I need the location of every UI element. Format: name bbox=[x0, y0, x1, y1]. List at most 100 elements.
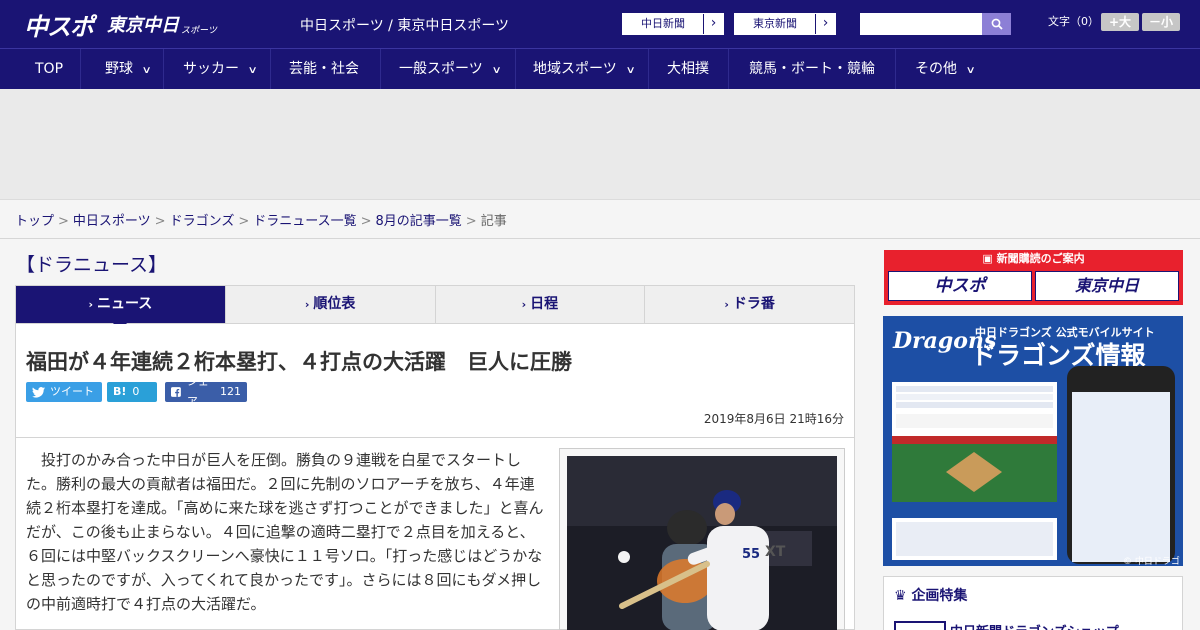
main-nav: TOP 野球 ∨ サッカー ∨ 芸能・社会 一般スポーツ ∨ 地域スポーツ ∨ 大相撲 … bbox=[0, 48, 1200, 89]
chevron-right-icon: › bbox=[703, 14, 723, 34]
nav-divider bbox=[80, 49, 81, 89]
logo-chuspo: 中スポ bbox=[24, 12, 94, 41]
subscribe-tokyo-chunichi-button[interactable]: 東京中日 bbox=[1035, 271, 1179, 301]
search-input[interactable] bbox=[860, 13, 982, 35]
article-headline: 福田が４年連続２桁本塁打、４打点の大活躍 巨人に圧勝 bbox=[26, 350, 572, 374]
chevron-right-icon: › bbox=[815, 14, 835, 34]
chevron-down-icon: ∨ bbox=[141, 65, 152, 76]
site-name: 中日スポーツ / 東京中日スポーツ bbox=[300, 18, 510, 34]
facebook-share-button[interactable]: シェア 121 bbox=[165, 375, 247, 408]
tab-standings[interactable]: › 順位表 bbox=[224, 286, 435, 323]
facebook-share-label: シェア bbox=[186, 375, 209, 408]
nav-baseball[interactable]: 野球 ∨ bbox=[105, 49, 152, 89]
chevron-down-icon: ∨ bbox=[965, 65, 976, 76]
nav-racing[interactable]: 競馬・ボート・競輪 bbox=[749, 49, 875, 89]
breadcrumb-top[interactable]: トップ bbox=[15, 214, 54, 229]
nav-regional-sports[interactable]: 地域スポーツ ∨ bbox=[533, 49, 636, 89]
search-button[interactable] bbox=[982, 13, 1011, 35]
nav-label: 大相撲 bbox=[667, 61, 709, 77]
feature-item-dragons-shop[interactable]: 中日新聞ドラゴンズショップ bbox=[950, 621, 1119, 630]
tab-schedule[interactable]: › 日程 bbox=[434, 286, 645, 323]
app-banner-copyright: © 中日ドラゴンズ bbox=[1123, 557, 1180, 566]
nav-label: 芸能・社会 bbox=[289, 61, 359, 77]
breadcrumb-separator: > bbox=[238, 214, 250, 229]
news-tabs: › ニュース › 順位表 › 日程 › ドラ番 bbox=[15, 285, 855, 331]
feature-title-text: 企画特集 bbox=[911, 588, 968, 604]
nav-label: サッカー bbox=[183, 61, 239, 77]
chunichi-shimbun-label: 中日新聞 bbox=[641, 17, 685, 30]
nav-label: 野球 bbox=[105, 61, 133, 77]
nav-label: 一般スポーツ bbox=[399, 61, 483, 77]
hatena-count: 0 bbox=[132, 385, 140, 398]
font-smaller-button[interactable]: －小 bbox=[1142, 13, 1180, 31]
nav-divider bbox=[728, 49, 729, 89]
feature-title: ♛ 企画特集 bbox=[894, 585, 967, 605]
font-size-label: 文字（0） bbox=[1048, 15, 1099, 28]
nav-divider bbox=[163, 49, 164, 89]
chevron-right-icon: › bbox=[304, 298, 310, 311]
tab-dora-ban[interactable]: › ドラ番 bbox=[644, 286, 854, 323]
nav-divider bbox=[515, 49, 516, 89]
site-header: 中スポ 東京中日 スポーツ 中日スポーツ / 東京中日スポーツ 中日新聞 › 東… bbox=[0, 0, 1200, 48]
nav-label: その他 bbox=[915, 61, 957, 77]
feature-icon: ♛ bbox=[894, 588, 907, 604]
site-search bbox=[860, 13, 1011, 35]
newspaper-subscription-banner[interactable]: ▣ 新聞購読のご案内 中スポ 東京中日 bbox=[884, 250, 1183, 305]
subscription-caption-text: 新聞購読のご案内 bbox=[996, 252, 1085, 265]
ad-banner-area bbox=[0, 89, 1200, 200]
article-photo-frame: 55 XT bbox=[559, 448, 845, 630]
batter-photo-illustration: 55 XT bbox=[567, 456, 837, 630]
nav-top[interactable]: TOP bbox=[35, 49, 63, 89]
breadcrumb-current: 記事 bbox=[480, 214, 507, 229]
tweet-label: ツイート bbox=[50, 385, 94, 398]
chunichi-shimbun-link[interactable]: 中日新聞 › bbox=[622, 13, 724, 35]
article-photo[interactable]: 55 XT bbox=[567, 456, 837, 630]
chevron-right-icon: › bbox=[521, 298, 527, 311]
breadcrumb: トップ > 中日スポーツ > ドラゴンズ > ドラニュース一覧 >8月の記事一覧 > 記事 bbox=[15, 210, 507, 229]
chevron-down-icon: ∨ bbox=[247, 65, 258, 76]
site-logo[interactable]: 中スポ 東京中日 スポーツ bbox=[24, 9, 217, 41]
article-divider bbox=[16, 437, 854, 438]
dragons-app-banner[interactable]: Dragons 中日ドラゴンズ 公式モバイルサイト ドラゴンズ情報 © 中日ドラ… bbox=[883, 316, 1183, 566]
chevron-right-icon: › bbox=[88, 298, 93, 311]
chevron-down-icon: ∨ bbox=[625, 65, 636, 76]
tweet-button[interactable]: ツイート bbox=[26, 382, 102, 402]
breadcrumb-separator: > bbox=[58, 214, 69, 229]
scoreboard-illustration bbox=[892, 372, 1057, 560]
nav-entertainment[interactable]: 芸能・社会 bbox=[289, 49, 359, 89]
breadcrumb-august-articles[interactable]: 8月の記事一覧 bbox=[376, 214, 462, 229]
nav-sumo[interactable]: 大相撲 bbox=[667, 49, 709, 89]
svg-text:55: 55 bbox=[742, 547, 760, 562]
nav-label: 地域スポーツ bbox=[533, 61, 617, 77]
scoreboard-screenshot bbox=[892, 372, 1057, 560]
hatena-bookmark-icon: B! bbox=[113, 385, 127, 398]
nav-divider bbox=[270, 49, 271, 89]
search-icon bbox=[991, 18, 1003, 30]
hatena-bookmark-button[interactable]: B! 0 bbox=[107, 382, 157, 402]
font-larger-button[interactable]: +大 bbox=[1101, 13, 1139, 31]
article-body: 投打のかみ合った中日が巨人を圧倒。勝負の９連戦を白星でスタートした。勝利の最大の… bbox=[26, 451, 544, 613]
nav-divider bbox=[895, 49, 896, 89]
breadcrumb-chunichi-sports[interactable]: 中日スポーツ bbox=[73, 214, 151, 229]
breadcrumb-separator: > bbox=[154, 214, 166, 229]
subscription-caption: ▣ 新聞購読のご案内 bbox=[884, 251, 1183, 267]
breadcrumb-dragons[interactable]: ドラゴンズ bbox=[170, 214, 235, 229]
logo-tokyo-chunichi: 東京中日 bbox=[107, 15, 179, 36]
nav-other[interactable]: その他 ∨ bbox=[915, 49, 976, 89]
tab-news[interactable]: › ニュース bbox=[16, 286, 225, 331]
tokyo-shimbun-link[interactable]: 東京新聞 › bbox=[734, 13, 836, 35]
nav-general-sports[interactable]: 一般スポーツ ∨ bbox=[399, 49, 502, 89]
feature-thumbnail[interactable] bbox=[894, 621, 946, 630]
tab-label: 順位表 bbox=[313, 296, 356, 312]
facebook-share-count: 121 bbox=[220, 385, 241, 398]
nav-soccer[interactable]: サッカー ∨ bbox=[183, 49, 258, 89]
breadcrumb-separator: > bbox=[360, 214, 372, 229]
feature-specials: ♛ 企画特集 中日新聞ドラゴンズショップ bbox=[883, 576, 1183, 630]
breadcrumb-separator: > bbox=[465, 214, 477, 229]
nav-label: 競馬・ボート・競輪 bbox=[749, 61, 875, 77]
tab-label: ドラ番 bbox=[732, 296, 775, 312]
tokyo-shimbun-label: 東京新聞 bbox=[753, 17, 797, 30]
chevron-down-icon: ∨ bbox=[491, 65, 502, 76]
breadcrumb-dora-news-list[interactable]: ドラニュース一覧 bbox=[253, 214, 356, 229]
subscribe-chuspo-button[interactable]: 中スポ bbox=[888, 271, 1032, 301]
